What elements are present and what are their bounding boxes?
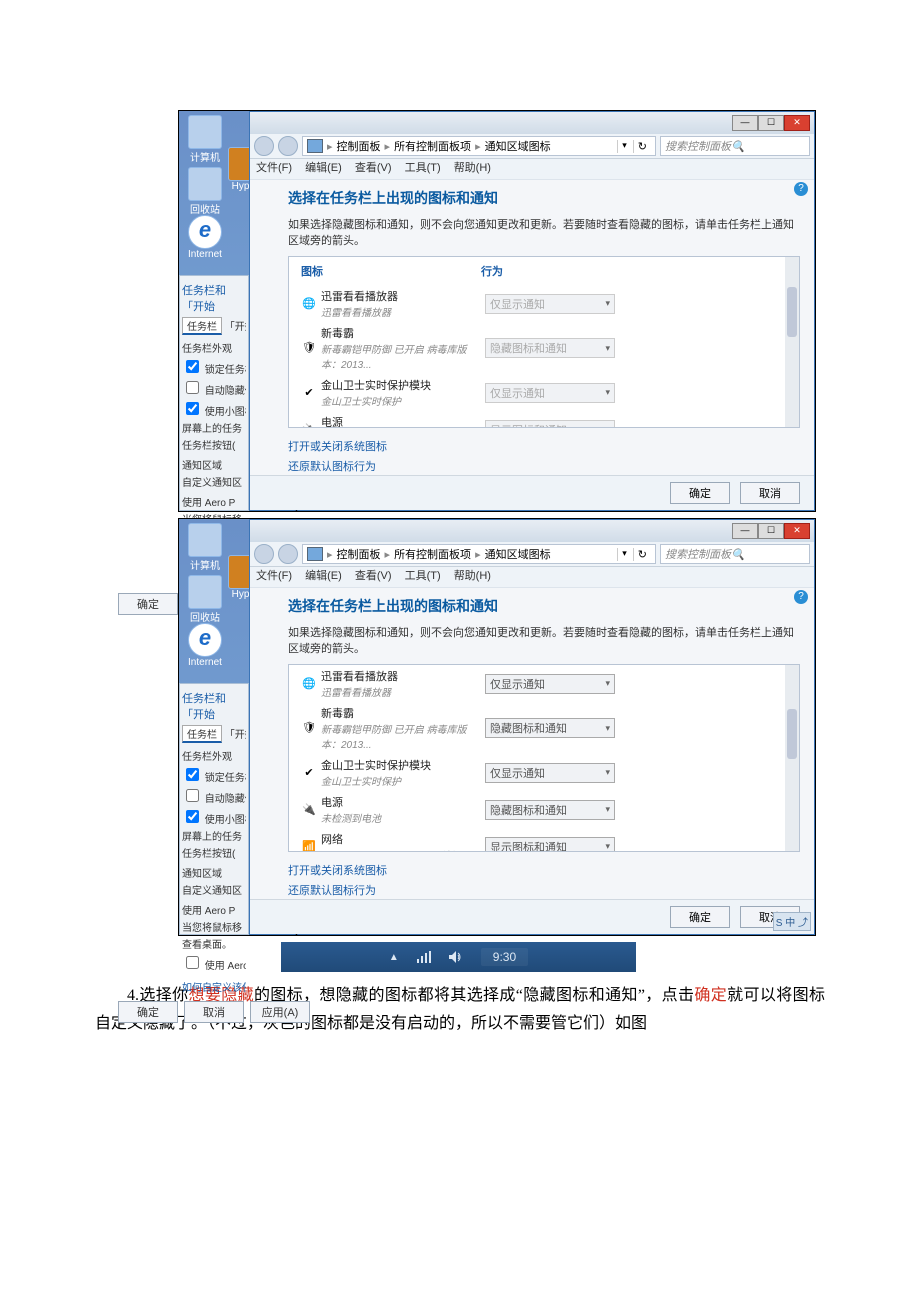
desktop-icon-computer: 计算机 — [183, 115, 227, 164]
app-status: 金山卫士实时保护 — [321, 773, 485, 788]
behavior-select[interactable]: 隐藏图标和通知▾ — [485, 718, 615, 738]
taskbar-properties-window: 任务栏和「开始 任务栏 「开始 任务栏外观 锁定任务栏 自动隐藏任 使用小图标 … — [179, 275, 249, 511]
menu-edit[interactable]: 编辑(E) — [305, 162, 342, 174]
search-input[interactable]: 搜索控制面板🔍 — [660, 136, 810, 156]
monitor-icon — [307, 139, 323, 153]
search-icon: 🔍 — [731, 140, 745, 153]
app-name: 金山卫士实时保护模块 — [321, 757, 485, 773]
app-status: 新毒霸铠甲防御 已开启 病毒库版本：2013... — [321, 721, 485, 751]
titlebar: —☐✕ — [250, 112, 814, 134]
list-item: 🔌电源未检测到电池显示图标和通知▾ — [289, 411, 799, 428]
list-item: ✔ 金山卫士实时保护模块金山卫士实时保护仅显示通知▾ — [289, 754, 799, 791]
list-item: ✔ 金山卫士实时保护模块金山卫士实时保护仅显示通知▾ — [289, 374, 799, 411]
app-icon: 🌐 — [301, 297, 317, 311]
menu-bar: 文件(F) 编辑(E) 查看(V) 工具(T) 帮助(H) — [250, 159, 814, 180]
app-status: 新毒霸铠甲防御 已开启 病毒库版本：2013... — [321, 341, 485, 371]
address-bar: ▸ 控制面板▸ 所有控制面板项▸ 通知区域图标 ▾↻ 搜索控制面板🔍 — [250, 134, 814, 159]
app-icon: 🛡 — [301, 341, 317, 355]
app-name: 迅雷看看播放器 — [321, 288, 485, 304]
link-restore-defaults[interactable]: 还原默认图标行为 — [288, 456, 800, 476]
screenshot-2: 计算机 回收站 eInternet Hyper 任务栏和「开始 任务栏 「开始 … — [178, 518, 816, 936]
minimize-button[interactable]: — — [732, 115, 758, 131]
behavior-select[interactable]: 仅显示通知▾ — [485, 674, 615, 694]
app-name: 金山卫士实时保护模块 — [321, 377, 485, 393]
app-status: 迅雷看看播放器 — [321, 684, 485, 699]
app-icon: 🔌 — [301, 803, 317, 817]
app-name: 新毒霸 — [321, 325, 485, 341]
app-icon: ✔ — [301, 386, 317, 400]
cancel-button[interactable]: 取消 — [740, 482, 800, 504]
list-item: 🔌 电源未检测到电池隐藏图标和通知▾ — [289, 791, 799, 828]
list-item: 📶 网络TP-LINK_AD8404 Internet 访问显示图标和通知▾ — [289, 828, 799, 852]
menu-file[interactable]: 文件(F) — [256, 162, 292, 174]
page-description: 如果选择隐藏图标和通知，则不会向您通知更改和更新。若要随时查看隐藏的图标，请单击… — [288, 216, 800, 256]
app-status: 金山卫士实时保护 — [321, 393, 485, 408]
menu-tools[interactable]: 工具(T) — [405, 162, 441, 174]
menu-help[interactable]: 帮助(H) — [454, 162, 491, 174]
list-item: 🌐 迅雷看看播放器迅雷看看播放器仅显示通知▾ — [289, 665, 799, 702]
tray-arrow-icon[interactable]: ▲ — [389, 952, 399, 963]
scrollbar[interactable] — [785, 257, 799, 427]
app-name: 迅雷看看播放器 — [321, 668, 485, 684]
screenshot-1: 计算机 回收站 eInternet Hyper 任务栏和「开始 任务栏 「开始 … — [178, 110, 816, 512]
menu-view[interactable]: 查看(V) — [355, 162, 392, 174]
ok-button[interactable]: 确定 — [670, 906, 730, 928]
network-icon[interactable] — [417, 951, 431, 963]
list-item: 🛡 新毒霸新毒霸铠甲防御 已开启 病毒库版本：2013...隐藏图标和通知▾ — [289, 322, 799, 374]
behavior-select: 隐藏图标和通知▾ — [485, 338, 615, 358]
app-icon: 🛡 — [301, 721, 317, 735]
strip-tab-taskbar[interactable]: 任务栏 — [182, 317, 222, 335]
volume-icon[interactable] — [449, 951, 463, 963]
app-icon: 🔌 — [301, 423, 317, 429]
nav-back-button[interactable] — [254, 136, 274, 156]
app-name: 电源 — [321, 794, 485, 810]
dropdown-icon[interactable]: ▾ — [617, 140, 631, 153]
app-name: 网络 — [321, 831, 485, 847]
strip-ok-button[interactable]: 确定 — [118, 593, 178, 615]
behavior-select[interactable]: 隐藏图标和通知▾ — [485, 800, 615, 820]
list-item: 🌐 迅雷看看播放器迅雷看看播放器仅显示通知▾ — [289, 285, 799, 322]
breadcrumb[interactable]: ▸ 控制面板▸ 所有控制面板项▸ 通知区域图标 ▾↻ — [302, 136, 656, 156]
app-icon: 📶 — [301, 840, 317, 853]
desktop-icon-ie: eInternet — [183, 215, 227, 260]
maximize-button[interactable]: ☐ — [758, 115, 784, 131]
app-name: 电源 — [321, 414, 485, 428]
behavior-select: 显示图标和通知▾ — [485, 420, 615, 429]
icon-list: 🌐迅雷看看播放器迅雷看看播放器仅显示通知▾🛡新毒霸新毒霸铠甲防御 已开启 病毒库… — [288, 664, 800, 852]
app-status: TP-LINK_AD8404 Internet 访问 — [321, 847, 485, 852]
small-icons-checkbox[interactable] — [186, 402, 199, 415]
lock-taskbar-checkbox[interactable] — [186, 360, 199, 373]
behavior-select: 仅显示通知▾ — [485, 383, 615, 403]
control-panel-window-1: —☐✕ ▸ 控制面板▸ 所有控制面板项▸ 通知区域图标 ▾↻ 搜索控制面板🔍 文… — [249, 111, 815, 511]
behavior-select: 仅显示通知▾ — [485, 294, 615, 314]
app-name: 新毒霸 — [321, 705, 485, 721]
behavior-select[interactable]: 显示图标和通知▾ — [485, 837, 615, 853]
help-icon[interactable]: ? — [794, 182, 808, 196]
app-icon: 🌐 — [301, 677, 317, 691]
page-title: 选择在任务栏上出现的图标和通知 — [288, 184, 800, 216]
ok-button[interactable]: 确定 — [670, 482, 730, 504]
app-status: 迅雷看看播放器 — [321, 304, 485, 319]
app-icon: ✔ — [301, 766, 317, 780]
strip-title: 任务栏和「开始 — [182, 280, 246, 316]
taskbar-screenshot: ▲ 9:30 — [281, 942, 636, 972]
control-panel-window-2: —☐✕ ▸ 控制面板▸ 所有控制面板项▸ 通知区域图标 ▾↻ 搜索控制面板🔍 文… — [249, 519, 815, 935]
app-status: 未检测到电池 — [321, 810, 485, 825]
nav-forward-button[interactable] — [278, 136, 298, 156]
language-bar[interactable]: S 中 ⤴ — [773, 912, 811, 931]
autohide-checkbox[interactable] — [186, 381, 199, 394]
list-item: 🛡 新毒霸新毒霸铠甲防御 已开启 病毒库版本：2013...隐藏图标和通知▾ — [289, 702, 799, 754]
link-system-icons[interactable]: 打开或关闭系统图标 — [288, 436, 800, 456]
behavior-select[interactable]: 仅显示通知▾ — [485, 763, 615, 783]
taskbar-properties-window: 任务栏和「开始 任务栏 「开始 任务栏外观 锁定任务栏 自动隐藏任 使用小图标 … — [179, 683, 249, 935]
desktop-icon-recycle: 回收站 — [183, 167, 227, 216]
clock[interactable]: 9:30 — [481, 948, 528, 966]
icon-list: 图标行为 🌐迅雷看看播放器迅雷看看播放器仅显示通知▾🛡新毒霸新毒霸铠甲防御 已开… — [288, 256, 800, 428]
close-button[interactable]: ✕ — [784, 115, 810, 131]
refresh-icon[interactable]: ↻ — [633, 140, 651, 153]
